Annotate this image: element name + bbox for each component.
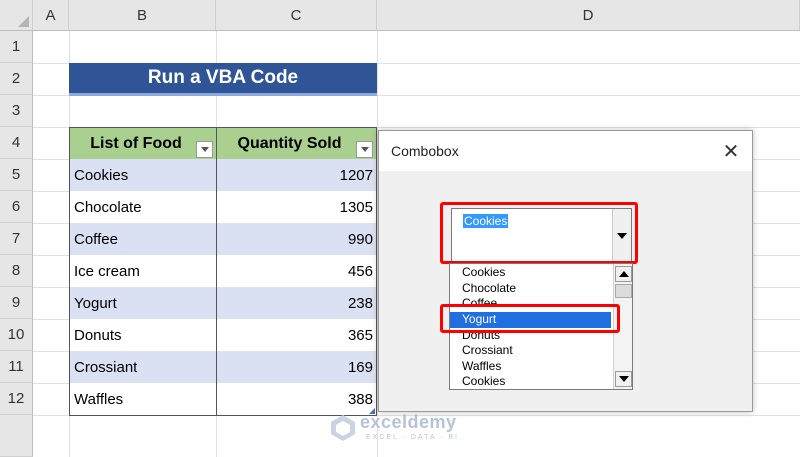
row-header-12[interactable]: 12 — [0, 383, 33, 415]
watermark-tagline: EXCEL · DATA · BI — [366, 434, 459, 441]
row-header-3[interactable]: 3 — [0, 95, 33, 127]
watermark-name: exceldemy — [360, 412, 457, 432]
cell-qty[interactable]: 1207 — [216, 159, 377, 192]
row-header-2[interactable]: 2 — [0, 63, 33, 95]
cell-qty[interactable]: 238 — [216, 287, 377, 320]
column-header-a[interactable]: A — [33, 0, 69, 31]
cell-food[interactable]: Chocolate — [69, 191, 217, 224]
list-item[interactable]: Cookies — [462, 374, 505, 389]
cell-food[interactable]: Coffee — [69, 223, 217, 256]
filter-dropdown-icon[interactable] — [196, 141, 213, 158]
row-header-1[interactable]: 1 — [0, 31, 33, 63]
dialog-title-bar[interactable]: Combobox — [379, 131, 752, 171]
scroll-up-button[interactable] — [615, 266, 632, 282]
row-header-7[interactable]: 7 — [0, 223, 33, 255]
chevron-down-icon — [618, 376, 629, 382]
close-icon[interactable]: ✕ — [713, 133, 749, 169]
filter-dropdown-icon[interactable] — [356, 141, 373, 158]
exceldemy-watermark: exceldemy EXCEL · DATA · BI — [330, 412, 480, 446]
dialog-title: Combobox — [391, 143, 459, 159]
column-header-d[interactable]: D — [377, 0, 800, 31]
exceldemy-logo-icon — [331, 415, 355, 441]
scroll-thumb[interactable] — [615, 284, 632, 298]
cell-food[interactable]: Ice cream — [69, 255, 217, 288]
header-list-of-food[interactable]: List of Food — [69, 127, 217, 160]
header-label: List of Food — [90, 134, 182, 152]
cell-food[interactable]: Waffles — [69, 383, 217, 416]
row-header-6[interactable]: 6 — [0, 191, 33, 223]
cell-food[interactable]: Yogurt — [69, 287, 217, 320]
cell-qty[interactable]: 365 — [216, 319, 377, 352]
row-header-4[interactable]: 4 — [0, 127, 33, 159]
row-header-9[interactable]: 9 — [0, 287, 33, 319]
column-header-c[interactable]: C — [216, 0, 377, 31]
row-header-5[interactable]: 5 — [0, 159, 33, 191]
highlight-box-selected-item — [440, 304, 620, 333]
cell-food[interactable]: Donuts — [69, 319, 217, 352]
highlight-box-combobox — [440, 202, 638, 264]
cell-qty[interactable]: 990 — [216, 223, 377, 256]
list-item[interactable]: Waffles — [462, 359, 501, 375]
list-item[interactable]: Chocolate — [462, 281, 516, 297]
chevron-up-icon — [618, 271, 629, 277]
sheet-title[interactable]: Run a VBA Code — [69, 63, 377, 96]
header-label: Quantity Sold — [237, 134, 342, 152]
cell-food[interactable]: Cookies — [69, 159, 217, 192]
cell-qty[interactable]: 456 — [216, 255, 377, 288]
list-item[interactable]: Cookies — [462, 265, 505, 281]
cell-qty[interactable]: 169 — [216, 351, 377, 384]
scroll-down-button[interactable] — [615, 371, 632, 387]
cell-qty[interactable]: 1305 — [216, 191, 377, 224]
row-header-8[interactable]: 8 — [0, 255, 33, 287]
list-item[interactable]: Crossiant — [462, 343, 513, 359]
row-header-11[interactable]: 11 — [0, 351, 33, 383]
header-quantity-sold[interactable]: Quantity Sold — [216, 127, 377, 160]
cell-food[interactable]: Crossiant — [69, 351, 217, 384]
select-all-corner[interactable] — [0, 0, 33, 31]
row-header-10[interactable]: 10 — [0, 319, 33, 351]
column-header-b[interactable]: B — [69, 0, 216, 31]
row-header-13 — [0, 415, 33, 457]
